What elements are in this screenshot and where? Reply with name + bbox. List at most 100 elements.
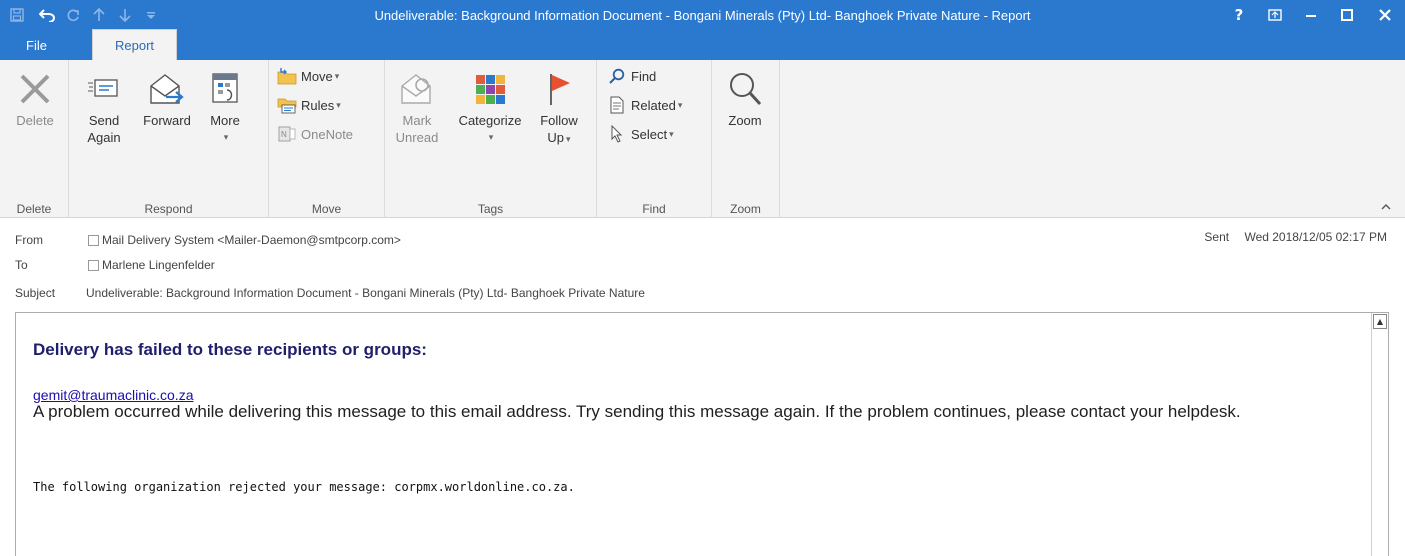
delete-button[interactable]: Delete (10, 66, 60, 129)
folder-move-icon (277, 67, 297, 85)
ribbon: Delete Delete Send Again Forward More ▾ … (0, 60, 1405, 218)
find-group-label: Find (642, 202, 666, 216)
to-label: To (15, 258, 28, 272)
cursor-icon (607, 125, 627, 143)
subject-value: Undeliverable: Background Information Do… (86, 286, 645, 300)
move-button[interactable]: Move ▾ (277, 64, 339, 88)
message-header: From Mail Delivery System <Mailer-Daemon… (0, 219, 1405, 309)
send-again-label-1: Send (88, 113, 120, 128)
mark-unread-icon (399, 66, 435, 112)
minimize-icon[interactable] (1293, 0, 1329, 30)
categorize-label: Categorize (458, 113, 522, 128)
to-recipient: Marlene Lingenfelder (102, 258, 215, 272)
zoom-label: Zoom (728, 113, 762, 128)
rules-button[interactable]: Rules ▾ (277, 93, 341, 117)
title-bar: Undeliverable: Background Information Do… (0, 0, 1405, 60)
related-button[interactable]: Related ▾ (607, 93, 682, 117)
subject-label: Subject (15, 286, 56, 300)
sent-info: Sent Wed 2018/12/05 02:17 PM (1204, 230, 1387, 244)
sent-label: Sent (1204, 230, 1230, 244)
follow-up-button[interactable]: Follow Up ▾ (535, 66, 583, 148)
mark-unread-label-2: Unread (395, 130, 439, 145)
collapse-ribbon-icon[interactable] (1381, 200, 1391, 213)
find-button[interactable]: Find (607, 64, 656, 88)
select-label: Select (631, 126, 668, 142)
related-document-icon (607, 96, 627, 114)
subject-row: Subject Undeliverable: Background Inform… (0, 282, 1405, 304)
maximize-icon[interactable] (1329, 0, 1365, 30)
ribbon-display-options-icon[interactable] (1257, 0, 1293, 30)
scroll-up-icon[interactable]: ▲ (1373, 314, 1387, 329)
search-icon (607, 67, 627, 85)
forward-button[interactable]: Forward (135, 66, 199, 129)
tags-group: Mark Unread Categorize ▾ Follow Up ▾ Tags (385, 60, 597, 218)
find-label: Find (631, 68, 657, 84)
rules-caret: ▾ (336, 99, 341, 110)
move-group: Move ▾ Rules ▾ N OneNote Move (269, 60, 385, 218)
vertical-scrollbar[interactable]: ▲ (1371, 313, 1388, 556)
more-label: More (210, 113, 240, 128)
organization-rejected-text: The following organization rejected your… (33, 480, 575, 494)
more-respond-icon (209, 66, 241, 112)
move-caret: ▾ (334, 70, 340, 81)
problem-text: A problem occurred while delivering this… (33, 402, 1241, 421)
send-again-label-2: Again (87, 130, 121, 145)
select-button[interactable]: Select ▾ (607, 122, 674, 146)
select-caret: ▾ (669, 128, 674, 139)
categorize-button[interactable]: Categorize ▾ (449, 66, 531, 146)
move-group-label: Move (311, 202, 342, 216)
follow-up-label-2: Up (547, 130, 565, 145)
respond-group-label: Respond (144, 202, 193, 216)
window-controls: ? (1221, 0, 1405, 30)
message-body[interactable]: Delivery has failed to these recipients … (15, 312, 1389, 556)
delete-x-icon (18, 66, 52, 112)
onenote-icon: N (277, 125, 297, 143)
move-label: Move (301, 68, 333, 84)
delete-group: Delete Delete (0, 60, 69, 218)
send-again-icon (87, 66, 121, 112)
help-icon[interactable]: ? (1221, 0, 1257, 30)
related-caret: ▾ (677, 99, 683, 110)
to-checkbox[interactable] (88, 259, 99, 271)
window-title: Undeliverable: Background Information Do… (374, 8, 1031, 23)
from-row: From Mail Delivery System <Mailer-Daemon… (0, 229, 1405, 251)
from-checkbox[interactable] (88, 234, 99, 246)
ribbon-tabs: File Report (0, 29, 177, 60)
respond-group: Send Again Forward More ▾ Respond (69, 60, 269, 218)
delete-group-label: Delete (16, 202, 52, 216)
from-address: Mail Delivery System <Mailer-Daemon@smtp… (102, 233, 401, 247)
zoom-group-label: Zoom (730, 202, 761, 216)
related-label: Related (631, 97, 676, 113)
zoom-button[interactable]: Zoom (722, 66, 768, 129)
onenote-label: OneNote (301, 126, 354, 142)
forward-icon (148, 66, 186, 112)
follow-up-caret: ▾ (566, 134, 571, 144)
zoom-magnifier-icon (727, 66, 763, 112)
tags-group-label: Tags (477, 202, 504, 216)
to-row: To Marlene Lingenfelder (0, 254, 1405, 276)
onenote-button[interactable]: N OneNote (277, 122, 353, 146)
mark-unread-button[interactable]: Mark Unread (393, 66, 441, 146)
categorize-icon (474, 66, 506, 112)
tab-file[interactable]: File (0, 30, 73, 60)
send-again-button[interactable]: Send Again (79, 66, 129, 146)
close-icon[interactable] (1365, 0, 1405, 30)
follow-up-label-2-wrap: Up ▾ (547, 129, 570, 148)
sent-value: Wed 2018/12/05 02:17 PM (1244, 230, 1387, 244)
delivery-failed-heading: Delivery has failed to these recipients … (33, 340, 427, 359)
to-value[interactable]: Marlene Lingenfelder (88, 258, 215, 272)
rules-icon (277, 96, 297, 114)
categorize-caret: ▾ (488, 132, 494, 142)
from-value[interactable]: Mail Delivery System <Mailer-Daemon@smtp… (88, 233, 401, 247)
tab-report[interactable]: Report (92, 29, 177, 60)
more-button[interactable]: More ▾ (203, 66, 247, 146)
find-group: Find Related ▾ Select ▾ Find (597, 60, 712, 218)
forward-label: Forward (143, 113, 191, 128)
follow-up-label-1: Follow (540, 113, 578, 128)
from-label: From (15, 233, 43, 247)
rules-label: Rules (301, 97, 335, 113)
more-caret: ▾ (223, 132, 229, 142)
mark-unread-label-1: Mark (402, 113, 432, 128)
delete-button-label: Delete (16, 113, 54, 128)
flag-icon (545, 66, 573, 112)
